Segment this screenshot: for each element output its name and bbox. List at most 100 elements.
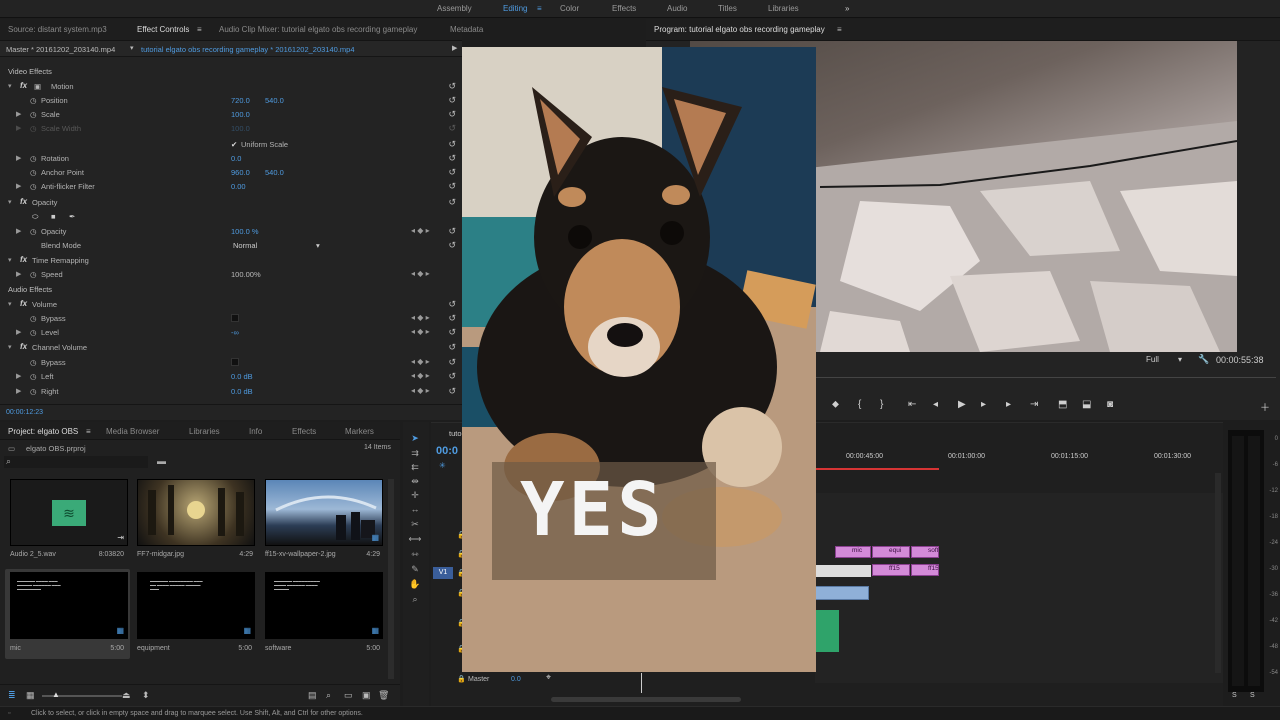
ellipse-mask-icon[interactable]: ⬭ [32,212,38,222]
zoom-slider-handle[interactable]: ▲ [52,690,60,699]
slip-tool-icon[interactable]: ⟷ [407,534,423,546]
expand-icon[interactable]: ▶ [16,154,21,162]
work-area-bar[interactable] [815,468,939,470]
reset-icon[interactable]: ↺ [448,153,456,164]
expand-icon[interactable]: ▶ [16,372,21,380]
blend-mode-select[interactable]: Normal [233,241,257,250]
tab-effect-controls[interactable]: Effect Controls [137,25,189,34]
keyframe-nav-icon[interactable]: ◂ ◆ ▸ [411,226,430,235]
fx-icon[interactable]: fx [20,197,27,206]
ec-timecode[interactable]: 00:00:12:23 [6,409,43,416]
position-x-value[interactable]: 720.0 [231,96,250,105]
pen-mask-icon[interactable]: ✒ [69,212,75,221]
uniform-scale-checkbox[interactable]: ✔ [231,140,237,149]
expand-icon[interactable]: ▶ [16,270,21,278]
clip-video-main[interactable] [815,586,869,600]
reset-icon[interactable]: ↺ [448,109,456,120]
anchor-x-value[interactable]: 960.0 [231,168,250,177]
anti-flicker-value[interactable]: 0.00 [231,182,246,191]
playhead-top-icon[interactable]: ⌖ [546,672,551,683]
tab-libraries[interactable]: Libraries [189,427,220,436]
rolling-edit-icon[interactable]: ✛ [407,490,423,502]
collapse-icon[interactable]: ▾ [8,343,12,351]
stopwatch-icon[interactable]: ◷ [30,182,37,191]
anchor-y-value[interactable]: 540.0 [265,168,284,177]
timeline-scrollbar[interactable] [1215,473,1221,673]
list-view-icon[interactable]: ≣ [8,690,16,701]
panel-menu-icon[interactable]: ≡ [837,25,842,34]
reset-icon[interactable]: ↺ [448,240,456,251]
reset-icon[interactable]: ↺ [448,197,456,208]
panel-menu-icon[interactable]: ≡ [197,25,202,34]
search-input[interactable] [4,456,148,468]
reset-icon[interactable]: ↺ [448,81,456,92]
rectangle-mask-icon[interactable]: ■ [51,212,56,221]
thumb-equipment[interactable]: ▬▬▬▬▬▬ ▬▬▬▬▬▬▬▬ ▬▬▬ ▬▬ ▬▬▬▬ ▬▬▬▬▬ ▬▬▬▬▬ … [137,572,255,639]
keyframe-nav-icon[interactable]: ◂ ◆ ▸ [411,313,430,322]
icon-view-icon[interactable]: ▦ [26,690,35,701]
clip-mic[interactable]: mic [835,546,871,558]
fx-icon[interactable]: fx [20,342,27,351]
stopwatch-icon[interactable]: ◷ [30,314,37,323]
fx-icon[interactable]: fx [20,81,27,90]
position-y-value[interactable]: 540.0 [265,96,284,105]
track-select-icon[interactable]: ⇉ [407,448,423,460]
stopwatch-icon[interactable]: ◷ [30,387,37,396]
level-value[interactable]: -∞ [231,328,239,337]
bypass2-checkbox[interactable] [231,358,239,366]
sequence-clip-label[interactable]: tutorial elgato obs recording gameplay *… [141,45,355,54]
go-to-out-icon[interactable]: ⇥ [1030,399,1038,410]
tab-markers[interactable]: Markers [345,427,374,436]
chevron-down-icon[interactable]: ▾ [316,241,320,250]
workspace-audio[interactable]: Audio [667,4,687,13]
reset-icon[interactable]: ↺ [448,139,456,150]
clip-ff15-a[interactable]: ff15 [872,564,910,576]
add-marker-icon[interactable]: ⬥ [832,399,839,410]
reset-icon[interactable]: ↺ [448,95,456,106]
reset-icon[interactable]: ↺ [448,371,456,382]
search-icon[interactable]: ⌕ [6,456,11,467]
left-value[interactable]: 0.0 dB [231,372,253,381]
play-triangle-icon[interactable]: ▶ [452,44,457,52]
solo-right-button[interactable]: S [1250,692,1255,699]
new-item-icon[interactable]: ▣ [362,690,371,701]
volume-row[interactable]: ▾ fx Volume ↺ [0,297,462,311]
collapse-icon[interactable]: ▾ [8,82,12,90]
automate-icon[interactable]: ▤ [308,690,317,701]
thumb-ff7-midgar[interactable] [137,479,255,546]
speed-value[interactable]: 100.00% [231,270,261,279]
clip-software[interactable]: soft [911,546,939,558]
collapse-icon[interactable]: ▾ [8,256,12,264]
wrench-icon[interactable]: 🔧 [1198,354,1209,365]
reset-icon[interactable]: ↺ [448,313,456,324]
trash-icon[interactable]: 🗑 [378,690,389,701]
lock-icon[interactable]: 🔒 [457,675,466,683]
mark-in-icon[interactable]: { [858,399,861,410]
reset-icon[interactable]: ↺ [448,181,456,192]
step-back-icon[interactable]: ◂ [933,399,938,410]
master-clip-label[interactable]: Master * 20161202_203140.mp4 [6,45,115,54]
stopwatch-icon[interactable]: ◷ [30,372,37,381]
sort-icon[interactable]: ⏏ [122,690,131,701]
time-remapping-row[interactable]: ▾ fx Time Remapping [0,253,462,267]
step-forward-icon[interactable]: ▸ [981,399,986,410]
more-workspaces-icon[interactable]: » [845,4,849,13]
solo-left-button[interactable]: S [1232,692,1237,699]
program-scrub-bar[interactable] [816,377,1276,378]
workspace-color[interactable]: Color [560,4,579,13]
workspace-menu-icon[interactable]: ≡ [537,4,542,13]
motion-row[interactable]: ▾ fx ▣ Motion ↺ [0,79,462,93]
tab-media-browser[interactable]: Media Browser [106,427,159,436]
channel-volume-row[interactable]: ▾ fx Channel Volume ↺ [0,340,462,354]
chevron-down-icon[interactable]: ▾ [1178,355,1182,364]
project-scrollbar[interactable] [388,479,394,679]
reset-icon[interactable]: ↺ [448,299,456,310]
keyframe-nav-icon[interactable]: ◂ ◆ ▸ [411,386,430,395]
fx-icon[interactable]: fx [20,255,27,264]
expand-icon[interactable]: ▶ [16,387,21,395]
add-button-icon[interactable]: ＋ [1260,399,1270,414]
opacity-value[interactable]: 100.0 % [231,227,259,236]
keyframe-nav-icon[interactable]: ◂ ◆ ▸ [411,269,430,278]
thumb-mic[interactable]: ▬▬▬▬▬▬ ▬▬▬▬ ▬▬▬ ▬▬▬▬▬ ▬▬▬▬▬▬ ▬▬▬ ▬▬▬▬▬▬▬… [10,572,128,639]
stopwatch-icon[interactable]: ◷ [30,270,37,279]
